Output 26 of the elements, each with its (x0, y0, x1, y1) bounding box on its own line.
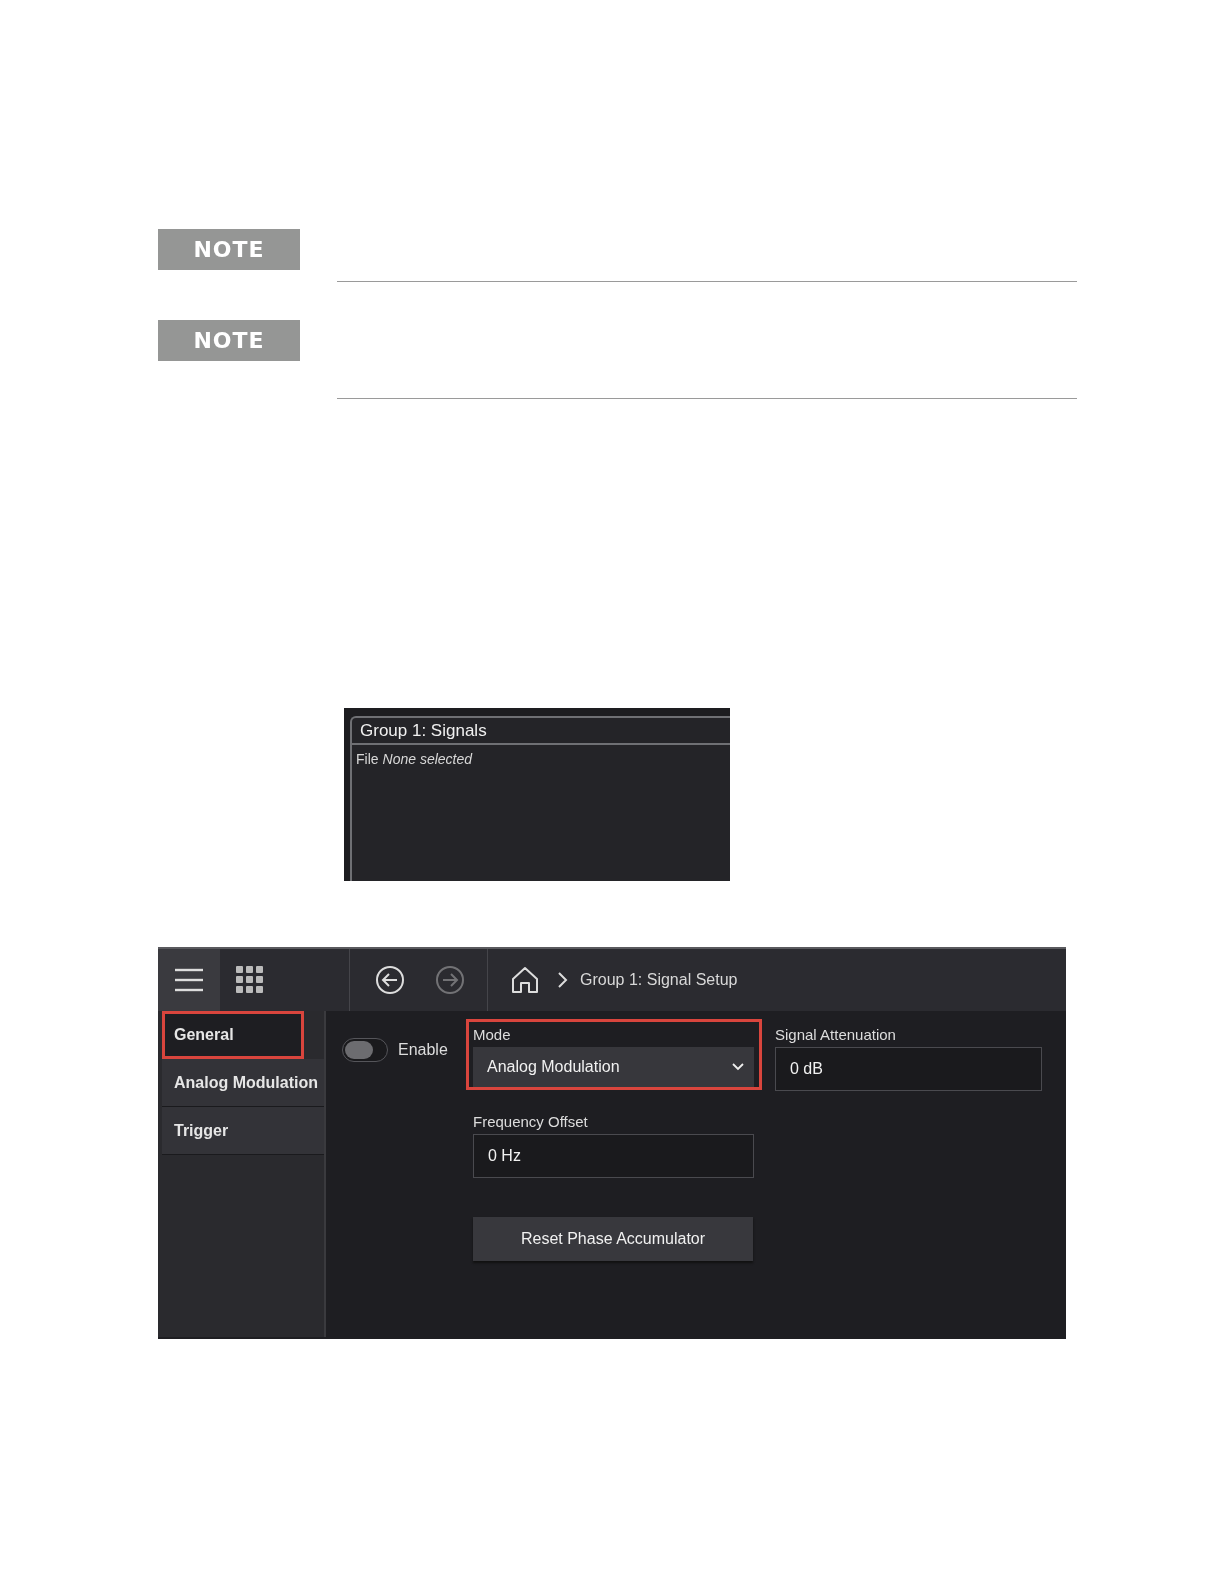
input-field[interactable]: 0 Hz (473, 1134, 754, 1178)
field-label: Signal Attenuation (775, 1026, 897, 1043)
enable-toggle[interactable] (342, 1038, 388, 1062)
panel-title: Group 1: Signals (352, 718, 730, 745)
input-field[interactable]: 0 dB (775, 1047, 1042, 1091)
sidebar-item[interactable]: Analog Modulation (162, 1059, 324, 1107)
menu-icon (174, 968, 204, 992)
reset-button[interactable]: Reset Phase Accumulator (473, 1217, 753, 1261)
file-value: None selected (382, 751, 473, 767)
sidebar-item[interactable]: Trigger (162, 1107, 324, 1155)
home-icon[interactable] (510, 965, 540, 995)
field-label: Mode (473, 1026, 512, 1043)
field-label: Frequency Offset (473, 1113, 589, 1130)
back-icon[interactable] (375, 965, 405, 995)
note-badge: NOTE (158, 320, 300, 361)
menu-button[interactable] (158, 949, 220, 1011)
chevron-down-icon (732, 1063, 744, 1071)
sidebar-item[interactable]: General (162, 1011, 304, 1059)
enable-label: Enable (398, 1041, 448, 1059)
forward-icon[interactable] (435, 965, 465, 995)
breadcrumb[interactable]: Group 1: Signal Setup (580, 971, 738, 989)
mode-dropdown[interactable]: Analog Modulation (473, 1047, 754, 1087)
apps-grid-icon[interactable] (236, 966, 264, 994)
note-badge: NOTE (158, 229, 300, 270)
file-label: File (356, 751, 379, 767)
chevron-icon (556, 971, 568, 989)
